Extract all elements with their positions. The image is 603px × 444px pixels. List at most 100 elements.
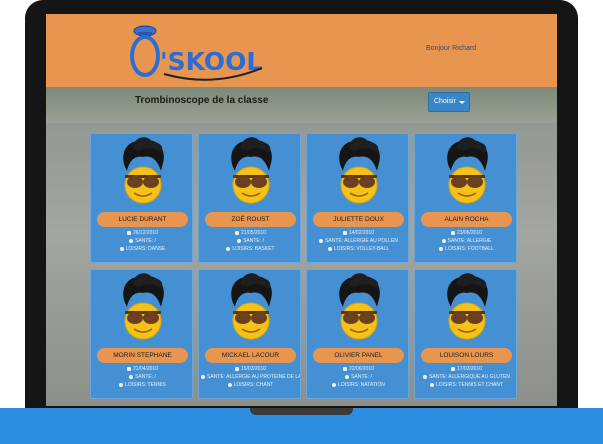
medical-icon xyxy=(129,238,134,243)
birthdate-row: 15/03/2010 xyxy=(201,365,300,373)
student-info: 26/12/2010 SANTE: / LOISIRS: DANSE xyxy=(93,229,192,253)
medical-icon xyxy=(441,238,446,243)
birthdate-text: 26/12/2010 xyxy=(132,230,159,236)
student-grid: LUCIE DURANT 26/12/2010 SANTE: / LOISIRS… xyxy=(90,133,517,406)
birthdate-row: 21/04/2010 xyxy=(93,365,192,373)
health-text: SANTE: ALLERGIE AU POLLEN xyxy=(325,238,398,244)
health-text: SANTE: / xyxy=(135,238,156,244)
student-avatar xyxy=(231,273,272,340)
calendar-icon xyxy=(126,366,131,371)
leaf-icon xyxy=(119,382,124,387)
calendar-icon xyxy=(126,230,131,235)
student-info: 14/02/2010 SANTE: ALLERGIE AU POLLEN LOI… xyxy=(309,229,408,253)
student-name: ALAIN ROCHA xyxy=(421,212,512,227)
birthdate-row: 21/05/2010 xyxy=(201,229,300,237)
leaf-icon xyxy=(227,382,232,387)
health-text: SANTE: / xyxy=(351,374,372,380)
student-avatar xyxy=(447,137,488,204)
student-avatar xyxy=(123,137,164,204)
student-name: LUCIE DURANT xyxy=(97,212,188,227)
student-card[interactable]: MICKAEL LACOUR 15/03/2010 SANTE: ALLERGI… xyxy=(198,269,301,399)
hobbies-text: LOISIRS: BASKET xyxy=(232,246,275,252)
birthdate-row: 23/06/2010 xyxy=(417,229,516,237)
hobbies-row: LOISIRS: FOOTBALL xyxy=(417,245,516,253)
student-info: 23/06/2010 SANTE: ALLERGIE LOISIRS: FOOT… xyxy=(417,229,516,253)
calendar-icon xyxy=(342,230,347,235)
medical-icon xyxy=(129,374,134,379)
medical-icon xyxy=(319,238,324,243)
hobbies-text: LOISIRS: CHANT xyxy=(233,382,274,388)
student-info: 22/06/2010 SANTE: / LOISIRS: NATATION xyxy=(309,365,408,389)
health-row: SANTE: ALLERGIE AU POLLEN xyxy=(309,237,408,245)
hobbies-row: LOISIRS: CHANT xyxy=(201,381,300,389)
hobbies-row: LOISIRS: NATATION xyxy=(309,381,408,389)
student-card[interactable]: ZOÉ ROUST 21/05/2010 SANTE: / LOISIRS: B… xyxy=(198,133,301,263)
hobbies-row: LOISIRS: TENNIS ET CHANT xyxy=(417,381,516,389)
student-card[interactable]: ALAIN ROCHA 23/06/2010 SANTE: ALLERGIE L… xyxy=(414,133,517,263)
birthdate-text: 17/03/2010 xyxy=(456,366,483,372)
app-screen: 'SKOOL Bonjour Richard Trombinoscope de … xyxy=(46,14,557,406)
hobbies-text: LOISIRS: TENNIS ET CHANT xyxy=(435,382,504,388)
caret-down-icon xyxy=(459,101,465,104)
student-name: MORIN STEPHANE xyxy=(97,348,188,363)
hobbies-text: LOISIRS: FOOTBALL xyxy=(445,246,494,252)
health-text: SANTE: / xyxy=(243,238,264,244)
hobbies-text: LOISIRS: NATATION xyxy=(338,382,385,388)
leaf-icon xyxy=(429,382,434,387)
calendar-icon xyxy=(234,366,239,371)
hobbies-row: LOISIRS: BASKET xyxy=(201,245,300,253)
birthdate-text: 21/04/2010 xyxy=(132,366,159,372)
student-card[interactable]: OLIVIER PANEL 22/06/2010 SANTE: / LOISIR… xyxy=(306,269,409,399)
birthdate-row: 26/12/2010 xyxy=(93,229,192,237)
health-row: SANTE: ALLERGIE xyxy=(417,237,516,245)
student-name: ZOÉ ROUST xyxy=(205,212,296,227)
health-text: SANTE: / xyxy=(135,374,156,380)
health-row: SANTE: / xyxy=(93,237,192,245)
dropdown-label: Choisir xyxy=(434,98,456,105)
birthdate-row: 17/03/2010 xyxy=(417,365,516,373)
leaf-icon xyxy=(327,246,332,251)
hobbies-text: LOISIRS: DANSE xyxy=(125,246,166,252)
hobbies-row: LOISIRS: DANSE xyxy=(93,245,192,253)
birthdate-row: 14/02/2010 xyxy=(309,229,408,237)
hobbies-text: LOISIRS: VOLLEY-BALL xyxy=(333,246,390,252)
health-row: SANTE: ALLERGIQUE AU GLUTEN xyxy=(417,373,516,381)
medical-icon xyxy=(423,374,428,379)
student-card[interactable]: LOUISON LOURS 17/03/2010 SANTE: ALLERGIQ… xyxy=(414,269,517,399)
student-avatar xyxy=(123,273,164,340)
page-title: Trombinoscope de la classe xyxy=(135,95,269,106)
birthdate-row: 22/06/2010 xyxy=(309,365,408,373)
health-text: SANTE: ALLERGIE xyxy=(447,238,492,244)
health-text: SANTE: ALLERGIE AU PROTEINE DE LAIT xyxy=(207,374,300,380)
user-greeting[interactable]: Bonjour Richard xyxy=(426,45,476,52)
birthdate-text: 22/06/2010 xyxy=(348,366,375,372)
student-name: MICKAEL LACOUR xyxy=(205,348,296,363)
health-row: SANTE: / xyxy=(201,237,300,245)
student-card[interactable]: MORIN STEPHANE 21/04/2010 SANTE: / LOISI… xyxy=(90,269,193,399)
hobbies-row: LOISIRS: TENNIS xyxy=(93,381,192,389)
student-name: OLIVIER PANEL xyxy=(313,348,404,363)
birthdate-text: 23/06/2010 xyxy=(456,230,483,236)
medical-icon xyxy=(237,238,242,243)
birthdate-text: 21/05/2010 xyxy=(240,230,267,236)
birthdate-text: 14/02/2010 xyxy=(348,230,375,236)
laptop-notch xyxy=(250,408,353,415)
app-header: 'SKOOL Bonjour Richard xyxy=(46,14,557,87)
oskool-logo[interactable]: 'SKOOL xyxy=(124,18,274,82)
birthdate-text: 15/03/2010 xyxy=(240,366,267,372)
hobbies-row: LOISIRS: VOLLEY-BALL xyxy=(309,245,408,253)
student-name: LOUISON LOURS xyxy=(421,348,512,363)
student-card[interactable]: JULIETTE DOUX 14/02/2010 SANTE: ALLERGIE… xyxy=(306,133,409,263)
health-text: SANTE: ALLERGIQUE AU GLUTEN xyxy=(429,374,510,380)
medical-icon xyxy=(201,374,205,379)
student-avatar xyxy=(447,273,488,340)
student-card[interactable]: LUCIE DURANT 26/12/2010 SANTE: / LOISIRS… xyxy=(90,133,193,263)
leaf-icon xyxy=(439,246,444,251)
svg-text:'SKOOL: 'SKOOL xyxy=(160,47,262,76)
student-info: 15/03/2010 SANTE: ALLERGIE AU PROTEINE D… xyxy=(201,365,300,389)
student-avatar xyxy=(339,137,380,204)
medical-icon xyxy=(345,374,350,379)
student-info: 21/04/2010 SANTE: / LOISIRS: TENNIS xyxy=(93,365,192,389)
class-select-dropdown[interactable]: Choisir xyxy=(428,92,470,112)
health-row: SANTE: / xyxy=(93,373,192,381)
